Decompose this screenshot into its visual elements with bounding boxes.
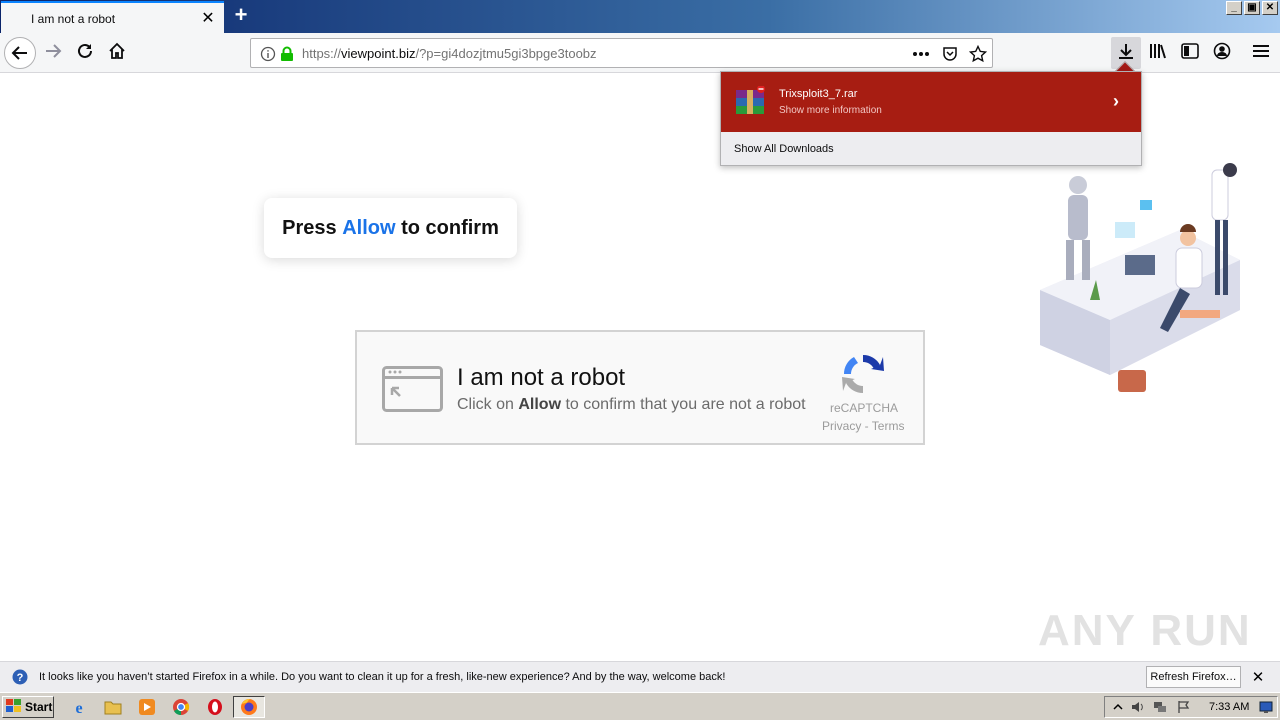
pocket-icon[interactable] xyxy=(941,45,959,63)
taskbar-firefox-active[interactable] xyxy=(233,696,265,718)
download-arrow-icon xyxy=(1117,42,1135,65)
press-allow-prompt: Press Allow to confirm xyxy=(264,198,517,258)
ie-icon[interactable]: e xyxy=(70,698,88,716)
captcha-sub-after: to confirm that you are not a robot xyxy=(561,396,806,413)
tray-expand-icon[interactable] xyxy=(1111,700,1125,714)
network-icon[interactable] xyxy=(1153,700,1167,714)
volume-icon[interactable] xyxy=(1131,700,1145,714)
system-tray: 7:33 AM xyxy=(1104,696,1278,718)
downloads-panel: Trixsploit3_7.rar Show more information … xyxy=(720,71,1142,166)
show-desktop-icon[interactable] xyxy=(1259,700,1273,714)
reload-button[interactable] xyxy=(69,37,101,69)
explorer-icon[interactable] xyxy=(104,698,122,716)
hamburger-menu-icon xyxy=(1253,44,1269,63)
navigation-toolbar: https://viewpoint.biz/?p=gi4dozjtmu5gi3b… xyxy=(0,33,1280,73)
menu-button[interactable] xyxy=(1246,37,1276,69)
sidebar-icon xyxy=(1181,42,1199,64)
opera-icon[interactable] xyxy=(206,698,224,716)
home-icon xyxy=(108,42,126,65)
url-host: viewpoint.biz xyxy=(341,46,416,61)
svg-text:e: e xyxy=(75,700,82,716)
press-allow-word: Allow xyxy=(342,216,396,239)
forward-button[interactable] xyxy=(37,37,69,69)
close-window-button[interactable]: ✕ xyxy=(1262,1,1278,15)
library-button[interactable] xyxy=(1143,37,1173,69)
title-bar: I am not a robot ✕ + _ ▣ ✕ xyxy=(0,0,1280,33)
question-icon: ? xyxy=(12,669,28,685)
page-actions-icon[interactable] xyxy=(912,45,930,63)
notification-bar: ? It looks like you haven’t started Fire… xyxy=(0,661,1280,692)
start-button[interactable]: Start xyxy=(2,696,54,718)
back-arrow-icon xyxy=(4,37,36,69)
chrome-icon[interactable] xyxy=(172,698,190,716)
new-tab-button[interactable]: + xyxy=(229,4,253,28)
fake-captcha-box[interactable]: I am not a robot Click on Allow to confi… xyxy=(355,330,925,445)
tab-active[interactable]: I am not a robot ✕ xyxy=(1,1,224,33)
captcha-sub-allow: Allow xyxy=(518,396,562,413)
url-path: /?p=gi4dozjtmu5gi3bpge3toobz xyxy=(415,46,597,61)
library-icon xyxy=(1149,43,1167,64)
url-text: https://viewpoint.biz/?p=gi4dozjtmu5gi3b… xyxy=(302,46,597,61)
download-item[interactable]: Trixsploit3_7.rar Show more information … xyxy=(721,72,1141,132)
sidebar-button[interactable] xyxy=(1175,37,1205,69)
svg-text:?: ? xyxy=(17,672,24,684)
clock: 7:33 AM xyxy=(1209,701,1250,713)
office-illustration xyxy=(1030,160,1250,425)
download-subtitle: Show more information xyxy=(779,105,882,116)
notification-close-button[interactable]: ✕ xyxy=(1250,668,1266,686)
taskbar: Start e 7:33 AM xyxy=(0,692,1280,720)
back-button[interactable] xyxy=(4,37,36,69)
url-bar[interactable]: https://viewpoint.biz/?p=gi4dozjtmu5gi3b… xyxy=(250,38,993,68)
press-text-before: Press xyxy=(282,216,343,239)
bookmark-star-icon[interactable] xyxy=(969,45,987,63)
captcha-sub-before: Click on xyxy=(457,396,519,413)
recaptcha-logo-icon xyxy=(840,351,886,397)
start-label: Start xyxy=(25,700,53,714)
tab-close-button[interactable]: ✕ xyxy=(200,9,216,29)
minimize-button[interactable]: _ xyxy=(1226,1,1242,15)
refresh-firefox-button[interactable]: Refresh Firefox… xyxy=(1146,666,1241,688)
recaptcha-brand: reCAPTCHA xyxy=(830,401,899,415)
captcha-subtitle: Click on Allow to confirm that you are n… xyxy=(457,396,806,414)
home-button[interactable] xyxy=(101,37,133,69)
flag-icon[interactable] xyxy=(1177,700,1191,714)
recaptcha-links[interactable]: Privacy - Terms xyxy=(822,419,904,433)
browser-window-icon xyxy=(382,366,443,412)
account-button[interactable] xyxy=(1207,37,1237,69)
account-icon xyxy=(1213,42,1231,65)
info-icon[interactable] xyxy=(259,45,277,63)
rar-archive-icon xyxy=(734,85,766,118)
windows-logo-icon xyxy=(6,698,22,716)
tab-title: I am not a robot xyxy=(31,12,116,26)
download-file-name: Trixsploit3_7.rar xyxy=(779,88,858,100)
window-controls: _ ▣ ✕ xyxy=(1226,1,1278,15)
reload-icon xyxy=(76,42,94,65)
lock-icon[interactable] xyxy=(278,45,296,63)
firefox-icon xyxy=(240,698,258,716)
media-player-icon[interactable] xyxy=(138,698,156,716)
url-prefix: https:// xyxy=(302,46,342,61)
press-text-after: to confirm xyxy=(395,216,499,239)
forward-arrow-icon xyxy=(44,42,62,65)
show-all-downloads-link[interactable]: Show All Downloads xyxy=(734,143,834,155)
captcha-title: I am not a robot xyxy=(457,364,626,391)
chevron-right-icon[interactable]: › xyxy=(1113,91,1119,112)
restore-button[interactable]: ▣ xyxy=(1244,1,1260,15)
anyrun-watermark: ANY RUN xyxy=(1038,606,1252,655)
notification-text: It looks like you haven’t started Firefo… xyxy=(39,671,726,683)
